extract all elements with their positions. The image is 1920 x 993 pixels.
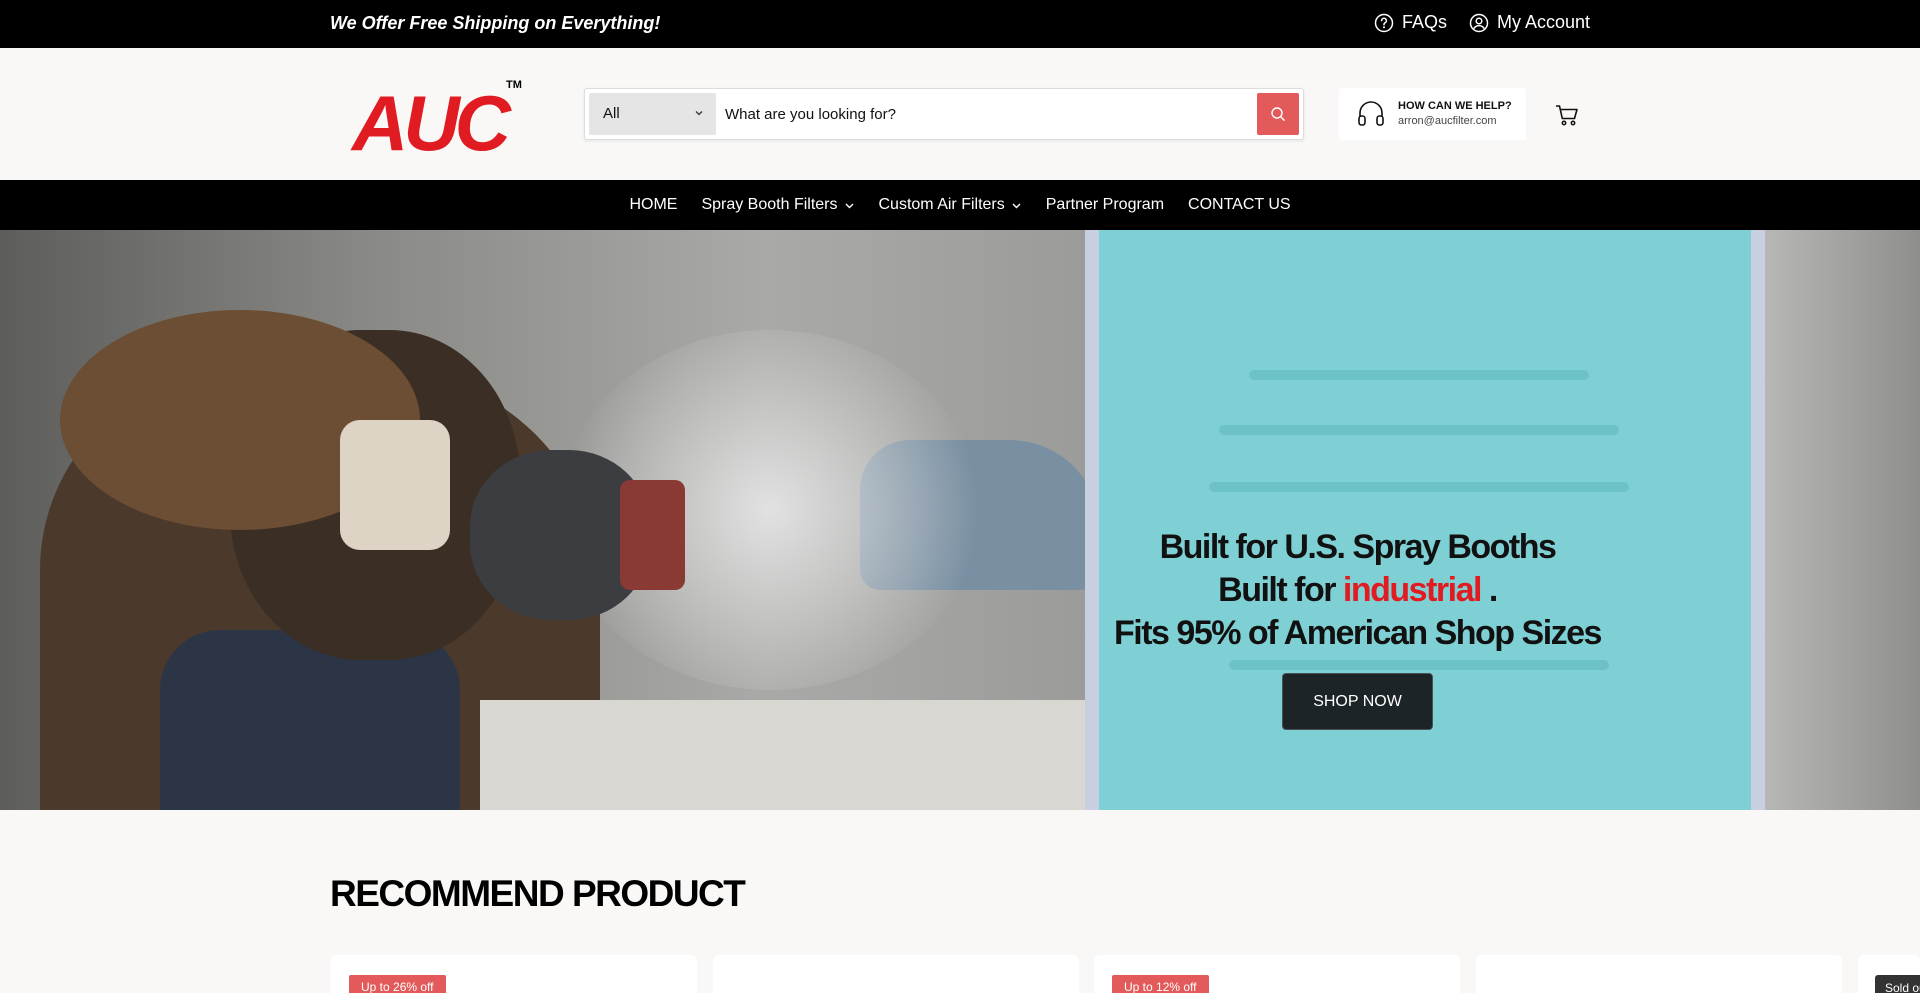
search-bar: All: [584, 88, 1304, 140]
my-account-link[interactable]: My Account: [1469, 12, 1590, 33]
chevron-down-icon: [1012, 203, 1021, 208]
hero-headline: Built for U.S. Spray Booths Built for in…: [1100, 526, 1615, 655]
user-circle-icon: [1469, 13, 1489, 32]
question-circle-icon: [1374, 13, 1394, 32]
hero-line-3: Fits 95% of American Shop Sizes: [1114, 614, 1602, 652]
cart-icon[interactable]: [1554, 102, 1580, 128]
auc-logo[interactable]: AUC TM: [350, 76, 525, 156]
my-account-label: My Account: [1496, 12, 1590, 32]
hero-line-2: Built for industrial .: [1100, 569, 1615, 612]
nav-item-label: Spray Booth Filters: [701, 196, 838, 213]
help-title: HOW CAN WE HELP?: [1398, 100, 1512, 112]
search-input[interactable]: [725, 93, 1235, 135]
nav-item-label: HOME: [629, 196, 678, 213]
hero-respirator-cartridge: [340, 420, 450, 550]
discount-badge: Up to 26% off: [349, 975, 446, 993]
faqs-label: FAQs: [1401, 12, 1447, 32]
logo-text: AUC: [350, 79, 513, 156]
shop-now-button[interactable]: SHOP NOW: [1282, 673, 1433, 730]
nav-item-label: Custom Air Filters: [878, 196, 1005, 213]
filter-ridge: [1229, 660, 1609, 670]
sold-out-badge: Sold out: [1875, 975, 1920, 993]
search-icon: [1271, 107, 1285, 121]
nav-item-label: Partner Program: [1045, 196, 1165, 213]
faqs-link[interactable]: FAQs: [1374, 12, 1447, 33]
chevron-down-icon: [845, 203, 853, 208]
main-nav: HOME Spray Booth Filters Custom Air Filt…: [0, 180, 1920, 230]
logo-trademark: TM: [506, 79, 522, 91]
product-card[interactable]: Up to 26% off: [331, 955, 697, 993]
section-title: RECOMMEND PRODUCT: [330, 873, 746, 914]
product-card[interactable]: [1476, 955, 1842, 993]
hero-respirator-valve: [620, 480, 685, 590]
category-select-value: All: [603, 105, 620, 122]
hero-line-2-suffix: .: [1488, 571, 1498, 609]
product-card[interactable]: [713, 955, 1079, 993]
free-shipping-promo: We Offer Free Shipping on Everything!: [330, 13, 661, 33]
hero-shop-background-right: [1760, 230, 1920, 810]
chevron-down-icon: [695, 111, 703, 116]
hero-line-2-highlight: industrial: [1342, 571, 1483, 609]
nav-item-spray-booth-filters[interactable]: Spray Booth Filters: [701, 196, 854, 214]
nav-item-custom-air-filters[interactable]: Custom Air Filters: [879, 196, 1022, 214]
hero-banner: Built for U.S. Spray Booths Built for in…: [0, 230, 1920, 810]
hero-line-2-prefix: Built for: [1218, 571, 1336, 609]
nav-item-contact-us[interactable]: CONTACT US: [1188, 196, 1291, 214]
announcement-bar: We Offer Free Shipping on Everything! FA…: [0, 0, 1920, 48]
hero-line-1: Built for U.S. Spray Booths: [1159, 528, 1557, 566]
product-card[interactable]: Up to 12% off: [1094, 955, 1460, 993]
headset-icon: [1358, 101, 1384, 126]
discount-badge: Up to 12% off: [1112, 975, 1209, 993]
search-button[interactable]: [1257, 93, 1299, 135]
help-email[interactable]: arron@aucfilter.com: [1398, 115, 1497, 127]
utility-links: FAQs My Account: [1374, 12, 1590, 33]
filter-ridge: [1209, 482, 1629, 492]
nav-item-label: CONTACT US: [1188, 196, 1291, 213]
nav-item-partner-program[interactable]: Partner Program: [1046, 196, 1164, 214]
category-select[interactable]: All: [589, 93, 716, 135]
nav-item-home[interactable]: HOME: [629, 196, 677, 214]
site-header: AUC TM All HOW CAN WE HELP? arron@aucfil…: [0, 48, 1920, 180]
filter-ridge: [1219, 425, 1619, 435]
help-contact[interactable]: HOW CAN WE HELP? arron@aucfilter.com: [1339, 88, 1526, 140]
filter-ridge: [1249, 370, 1589, 380]
